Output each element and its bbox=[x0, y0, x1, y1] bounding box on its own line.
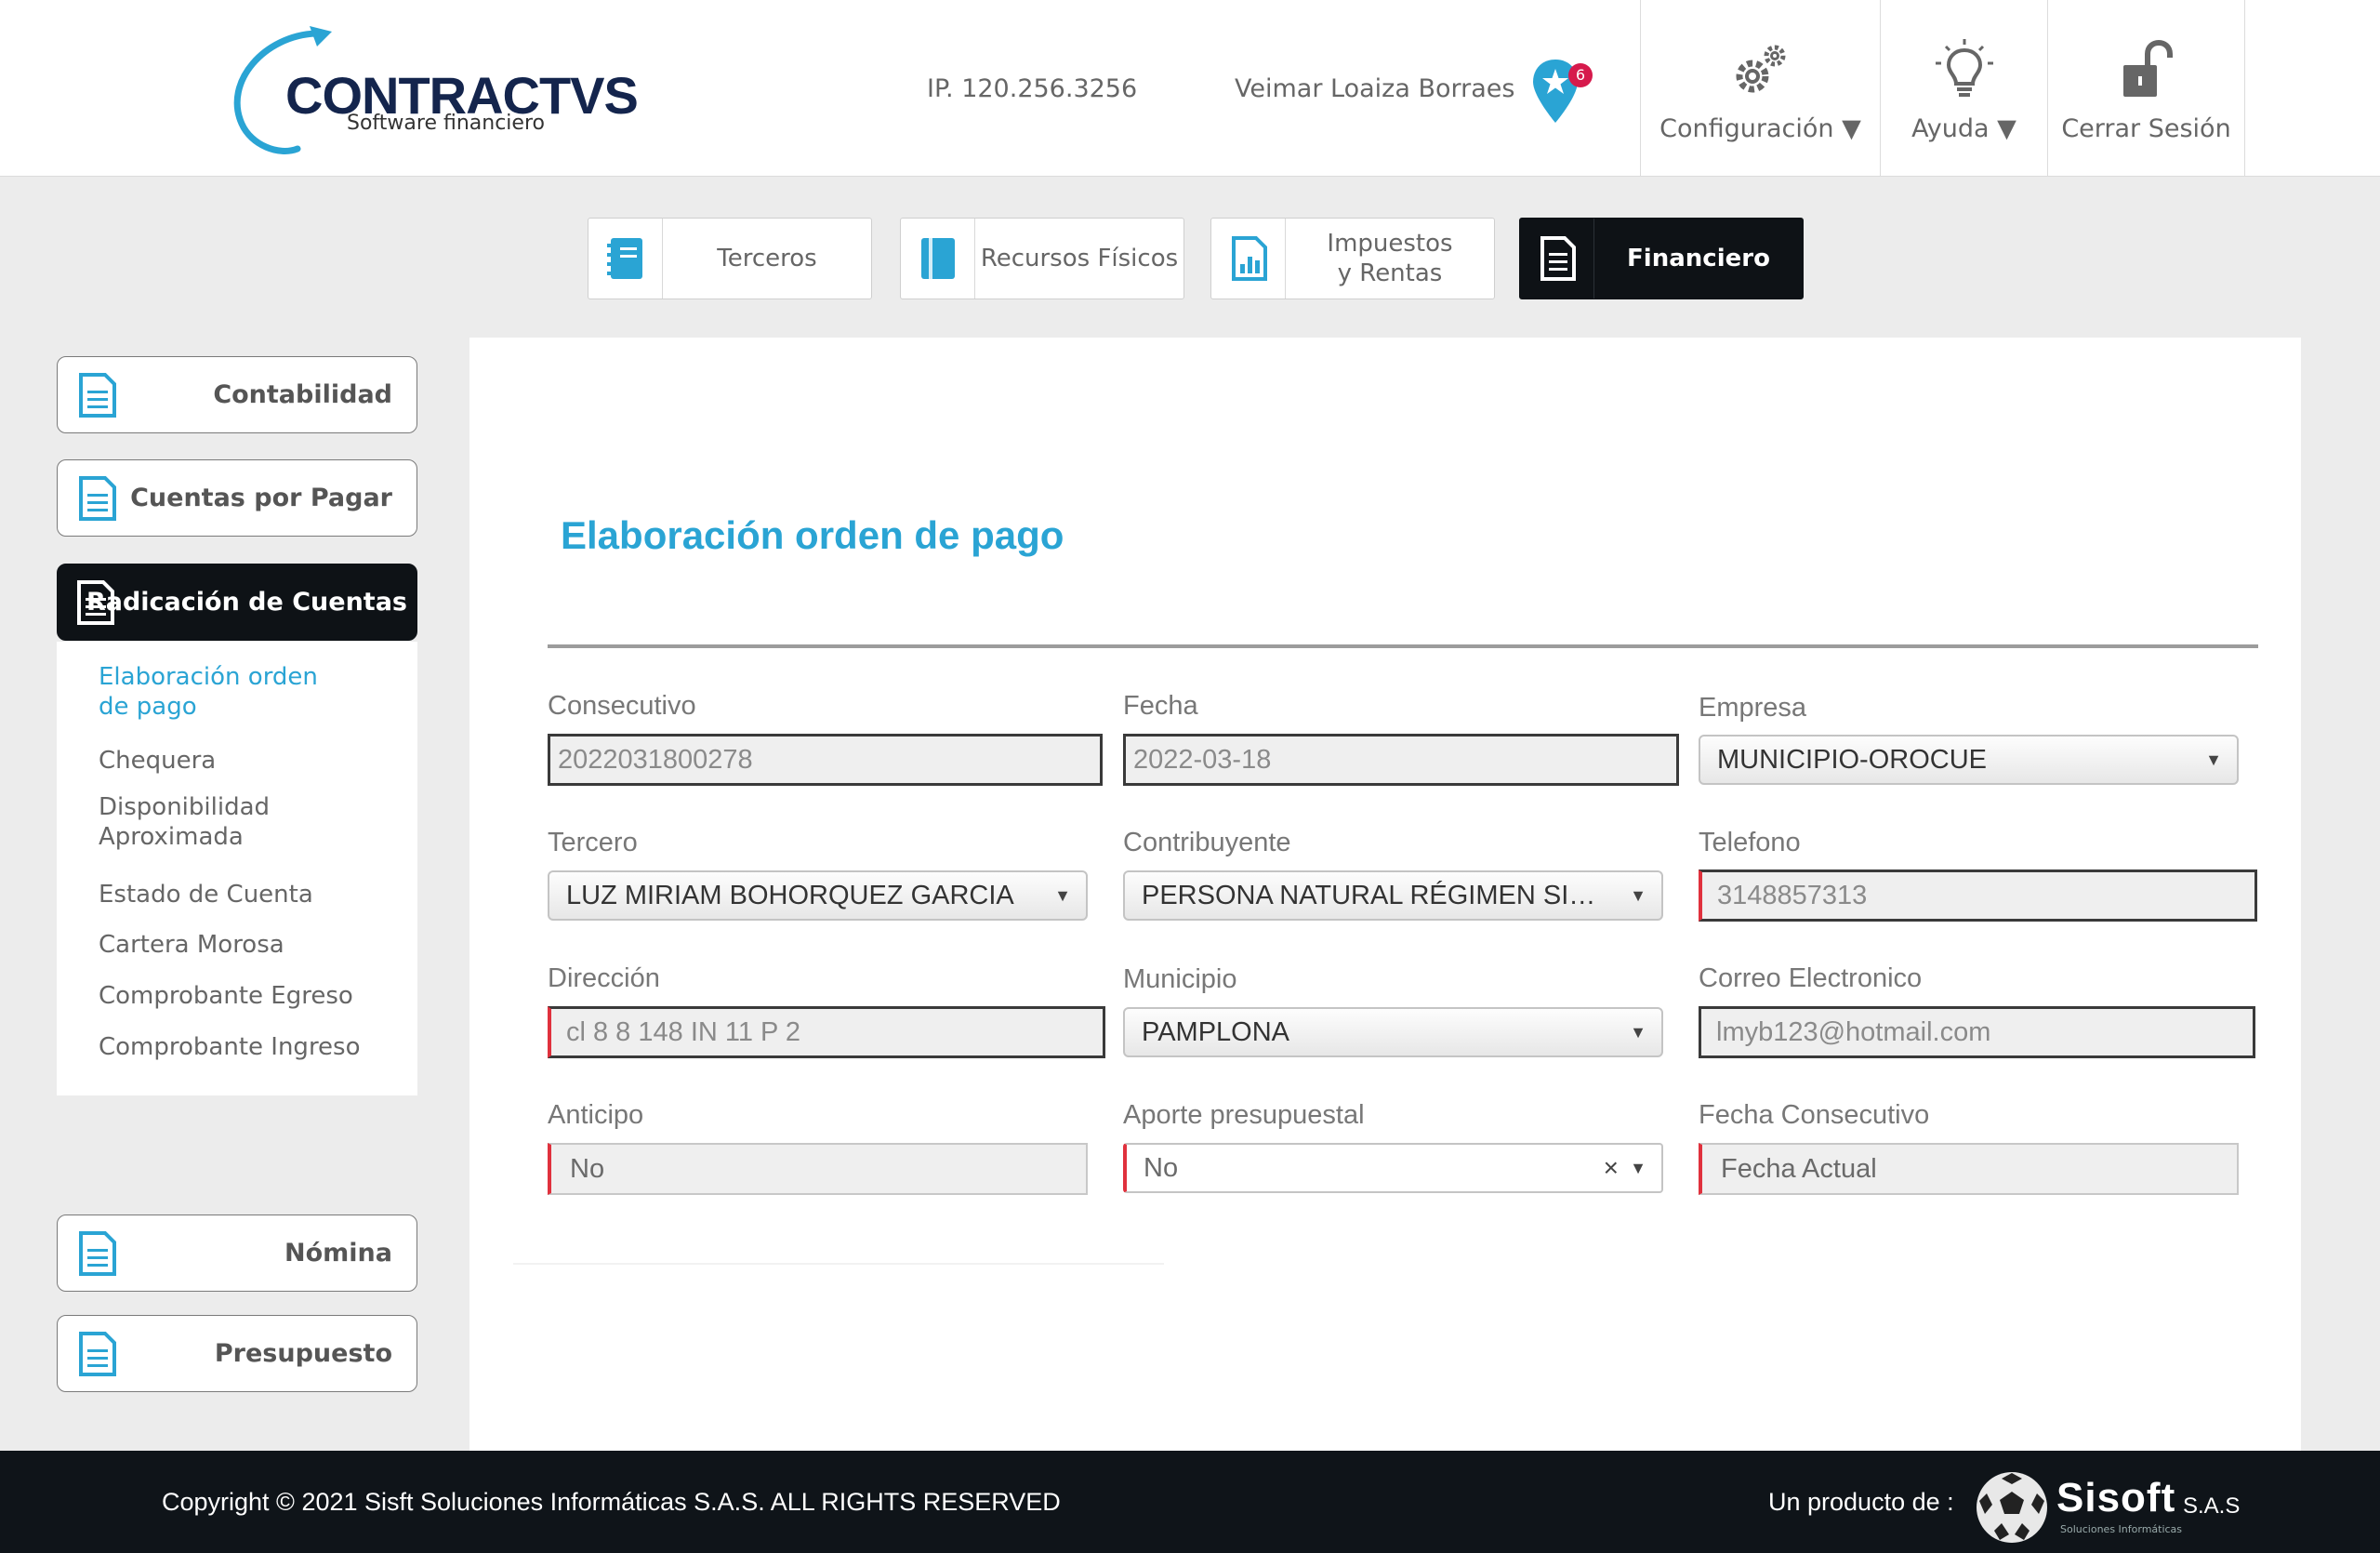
configuracion-menu[interactable]: Configuración ▼ bbox=[1640, 0, 1880, 177]
sidebar-item-radicacion-de-cuentas[interactable]: Radicación de Cuentas bbox=[57, 564, 417, 641]
logo-subtitle: Software financiero bbox=[347, 112, 545, 135]
chevron-down-icon: ▼ bbox=[1054, 886, 1071, 905]
telefono-field[interactable]: 3148857313 bbox=[1699, 869, 2257, 922]
tab-impuestos-rentas[interactable]: Impuestos y Rentas bbox=[1210, 218, 1495, 299]
notebook-icon bbox=[606, 238, 642, 279]
report-chart-icon bbox=[1231, 236, 1267, 281]
sidebar-item-label: Radicación de Cuentas bbox=[86, 588, 407, 617]
chevron-down-icon: ▼ bbox=[1630, 1023, 1646, 1042]
lightbulb-icon bbox=[1935, 39, 1993, 97]
chevron-down-icon: ▼ bbox=[2205, 750, 2222, 769]
anticipo-label: Anticipo bbox=[548, 1100, 644, 1130]
clear-icon[interactable]: × bbox=[1604, 1145, 1619, 1191]
consecutivo-label: Consecutivo bbox=[548, 691, 696, 721]
document-icon bbox=[79, 1332, 116, 1376]
contribuyente-value: PERSONA NATURAL RÉGIMEN SI… bbox=[1142, 881, 1596, 910]
sidebar-item-label: Cuentas por Pagar bbox=[130, 484, 392, 512]
fecha-consecutivo-label: Fecha Consecutivo bbox=[1699, 1100, 1930, 1130]
tercero-select[interactable]: LUZ MIRIAM BOHORQUEZ GARCIA ▼ bbox=[548, 870, 1088, 921]
tab-financiero[interactable]: Financiero bbox=[1519, 218, 1804, 299]
top-header: CONTRACTVS Software financiero IP. 120.2… bbox=[0, 0, 2380, 177]
copyright-text: Copyright © 2021 Sisft Soluciones Inform… bbox=[162, 1488, 1061, 1516]
municipio-label: Municipio bbox=[1123, 964, 1237, 994]
tercero-value: LUZ MIRIAM BOHORQUEZ GARCIA bbox=[566, 881, 1014, 910]
tab-recursos-fisicos-label: Recursos Físicos bbox=[980, 245, 1179, 272]
notification-count-badge: 6 bbox=[1568, 63, 1593, 87]
tab-impuestos-rentas-label: Impuestos y Rentas bbox=[1327, 230, 1453, 287]
submenu-comprobante-ingreso[interactable]: Comprobante Ingreso bbox=[99, 1032, 361, 1062]
document-icon bbox=[79, 476, 116, 521]
submenu-comprobante-egreso[interactable]: Comprobante Egreso bbox=[99, 981, 353, 1011]
municipio-select[interactable]: PAMPLONA ▼ bbox=[1123, 1007, 1663, 1057]
cerrar-sesion-button[interactable]: Cerrar Sesión bbox=[2047, 0, 2245, 177]
unlock-icon bbox=[2122, 39, 2173, 97]
document-icon bbox=[1540, 236, 1576, 281]
tab-terceros-label: Terceros bbox=[717, 245, 817, 272]
direccion-field[interactable]: cl 8 8 148 IN 11 P 2 bbox=[548, 1006, 1105, 1058]
tab-recursos-fisicos[interactable]: Recursos Físicos bbox=[900, 218, 1184, 299]
sisoft-suffix: S.A.S bbox=[2183, 1493, 2241, 1519]
sidebar-item-cuentas-por-pagar[interactable]: Cuentas por Pagar bbox=[57, 459, 417, 537]
form-divider bbox=[513, 1263, 1164, 1265]
sidebar-item-presupuesto[interactable]: Presupuesto bbox=[57, 1315, 417, 1392]
document-icon bbox=[79, 373, 116, 418]
sisoft-brand: Sisoft bbox=[2056, 1475, 2176, 1520]
cerrar-sesion-label: Cerrar Sesión bbox=[2061, 114, 2231, 143]
correo-field[interactable]: lmyb123@hotmail.com bbox=[1699, 1006, 2255, 1058]
correo-label: Correo Electronico bbox=[1699, 963, 1923, 993]
sidebar-item-nomina[interactable]: Nómina bbox=[57, 1215, 417, 1292]
aporte-presupuestal-label: Aporte presupuestal bbox=[1123, 1100, 1365, 1130]
title-divider bbox=[548, 644, 2258, 648]
footer: Copyright © 2021 Sisft Soluciones Inform… bbox=[0, 1451, 2380, 1553]
contribuyente-label: Contribuyente bbox=[1123, 828, 1291, 857]
tercero-label: Tercero bbox=[548, 828, 638, 857]
gears-icon bbox=[1736, 45, 1785, 93]
fecha-label: Fecha bbox=[1123, 691, 1198, 721]
submenu-estado-de-cuenta[interactable]: Estado de Cuenta bbox=[99, 880, 313, 909]
sidebar-item-label: Presupuesto bbox=[214, 1339, 392, 1368]
chevron-down-icon: ▼ bbox=[1630, 1159, 1646, 1177]
radicacion-submenu: Elaboración orden de pago Chequera Dispo… bbox=[57, 642, 417, 1095]
contribuyente-select[interactable]: PERSONA NATURAL RÉGIMEN SI… ▼ bbox=[1123, 870, 1663, 921]
document-icon bbox=[79, 1231, 116, 1276]
book-icon bbox=[920, 238, 955, 279]
soccer-ball-logo-icon bbox=[1977, 1472, 2047, 1543]
configuracion-label: Configuración ▼ bbox=[1659, 114, 1861, 143]
direccion-label: Dirección bbox=[548, 963, 660, 993]
anticipo-field[interactable]: No bbox=[548, 1143, 1088, 1195]
ayuda-menu[interactable]: Ayuda ▼ bbox=[1880, 0, 2047, 177]
aporte-presupuestal-value: No bbox=[1144, 1153, 1179, 1183]
tab-financiero-label: Financiero bbox=[1627, 245, 1770, 272]
empresa-label: Empresa bbox=[1699, 693, 1807, 723]
contractvs-logo[interactable]: CONTRACTVS Software financiero bbox=[228, 26, 639, 156]
fecha-consecutivo-field[interactable]: Fecha Actual bbox=[1699, 1143, 2239, 1195]
consecutivo-field[interactable]: 2022031800278 bbox=[548, 734, 1103, 786]
notifications-button[interactable]: 6 bbox=[1529, 56, 1593, 130]
sidebar-item-label: Nómina bbox=[284, 1239, 392, 1268]
sisoft-subtitle: Soluciones Informáticas bbox=[2060, 1523, 2183, 1535]
submenu-cartera-morosa[interactable]: Cartera Morosa bbox=[99, 930, 284, 960]
chevron-down-icon: ▼ bbox=[1630, 886, 1646, 905]
page-title: Elaboración orden de pago bbox=[561, 513, 1064, 557]
fecha-field[interactable]: 2022-03-18 bbox=[1123, 734, 1679, 786]
empresa-select[interactable]: MUNICIPIO-OROCUE ▼ bbox=[1699, 735, 2239, 785]
empresa-value: MUNICIPIO-OROCUE bbox=[1717, 745, 1987, 775]
producto-de-label: Un producto de : bbox=[1768, 1488, 1954, 1516]
submenu-elaboracion-orden-de-pago[interactable]: Elaboración orden de pago bbox=[99, 662, 318, 722]
sidebar-item-contabilidad[interactable]: Contabilidad bbox=[57, 356, 417, 433]
submenu-disponibilidad-aproximada[interactable]: Disponibilidad Aproximada bbox=[99, 792, 270, 852]
telefono-label: Telefono bbox=[1699, 828, 1801, 857]
sidebar-item-label: Contabilidad bbox=[213, 380, 392, 409]
municipio-value: PAMPLONA bbox=[1142, 1017, 1290, 1047]
submenu-chequera[interactable]: Chequera bbox=[99, 746, 216, 776]
tab-terceros[interactable]: Terceros bbox=[588, 218, 872, 299]
ip-address: IP. 120.256.3256 bbox=[927, 74, 1138, 103]
user-name: Veimar Loaiza Borraes bbox=[1235, 74, 1515, 103]
ayuda-label: Ayuda ▼ bbox=[1911, 114, 2016, 143]
aporte-presupuestal-select[interactable]: No × ▼ bbox=[1123, 1143, 1663, 1193]
